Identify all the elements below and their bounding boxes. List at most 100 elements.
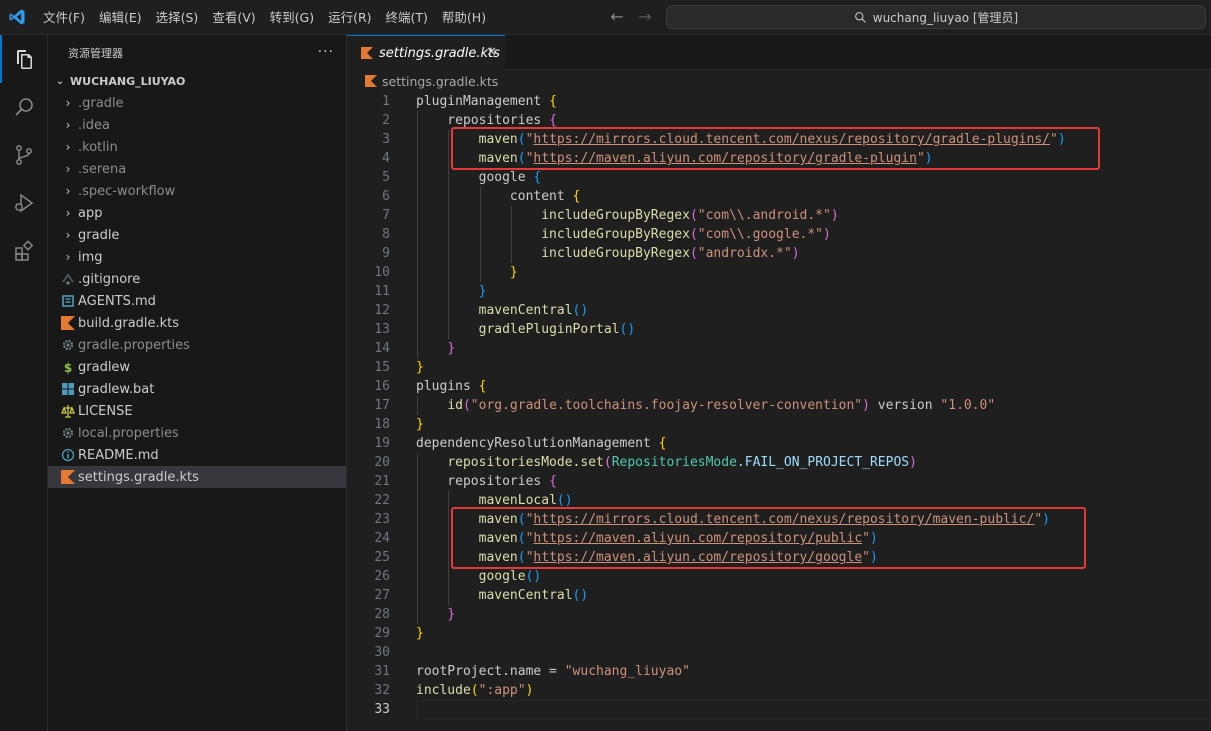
explorer-sidebar: 资源管理器 ··· ⌄ WUCHANG_LIUYAO › .gradle › .ide… bbox=[48, 35, 347, 731]
back-arrow-icon[interactable]: ← bbox=[608, 8, 626, 26]
menu-item[interactable]: 编辑(E) bbox=[92, 6, 149, 30]
line-number: 32 bbox=[374, 683, 390, 698]
run-debug-icon[interactable] bbox=[0, 179, 48, 227]
tree-folder[interactable]: › .idea bbox=[48, 114, 346, 136]
code-line: 1 pluginManagement { bbox=[347, 92, 1211, 111]
code-text: mavenLocal() bbox=[478, 493, 573, 508]
code-editor[interactable]: 1 pluginManagement {2 repositories {3 mav… bbox=[347, 92, 1211, 731]
more-actions-icon[interactable]: ··· bbox=[318, 44, 334, 60]
explorer-icon[interactable] bbox=[0, 35, 48, 83]
line-number: 9 bbox=[382, 246, 390, 261]
chevron-right-icon: › bbox=[65, 184, 71, 198]
tree-folder[interactable]: › gradle bbox=[48, 224, 346, 246]
code-text: } bbox=[416, 360, 424, 375]
menu-item[interactable]: 运行(R) bbox=[321, 6, 378, 30]
code-line: 7 includeGroupByRegex("com\\.android.*") bbox=[347, 206, 1211, 225]
tree-folder[interactable]: › .gradle bbox=[48, 92, 346, 114]
menu-item[interactable]: 文件(F) bbox=[36, 6, 92, 30]
chevron-right-icon: › bbox=[65, 206, 71, 220]
code-text: content { bbox=[416, 189, 581, 204]
line-number: 4 bbox=[382, 151, 390, 166]
code-text: maven("https://mirrors.cloud.tencent.com… bbox=[478, 132, 1066, 147]
tree-item-label: .kotlin bbox=[78, 139, 118, 155]
tree-folder[interactable]: › .kotlin bbox=[48, 136, 346, 158]
line-number: 21 bbox=[374, 474, 390, 489]
line-number: 11 bbox=[374, 284, 390, 299]
sidebar-title: 资源管理器 bbox=[68, 46, 123, 60]
tree-item-label: settings.gradle.kts bbox=[78, 469, 199, 485]
tree-folder[interactable]: › .spec-workflow bbox=[48, 180, 346, 202]
code-text: google() bbox=[478, 569, 542, 584]
source-control-icon[interactable] bbox=[0, 131, 48, 179]
vscode-logo-icon bbox=[9, 9, 25, 25]
code-line: 6 content { bbox=[347, 187, 1211, 206]
code-line: 15} bbox=[347, 358, 1211, 377]
git-icon bbox=[60, 272, 76, 286]
tree-file[interactable]: gradle.properties bbox=[48, 334, 346, 356]
tree-file[interactable]: gradlew.bat bbox=[48, 378, 346, 400]
command-center-text: wuchang_liuyao [管理员] bbox=[872, 10, 1019, 25]
tree-file[interactable]: build.gradle.kts bbox=[48, 312, 346, 334]
tab-settings-gradle-kts[interactable]: settings.gradle.kts ✕ bbox=[347, 35, 505, 70]
menu-item[interactable]: 终端(T) bbox=[379, 6, 435, 30]
tree-file[interactable]: AGENTS.md bbox=[48, 290, 346, 312]
code-line: 26 google() bbox=[347, 567, 1211, 586]
shell-icon: $ bbox=[60, 360, 76, 374]
editor-group: settings.gradle.kts ✕ settings.gradle.kt… bbox=[347, 35, 1211, 731]
line-number: 25 bbox=[374, 550, 390, 565]
code-line: 4 maven("https://maven.aliyun.com/reposi… bbox=[347, 149, 1211, 168]
line-number: 33 bbox=[374, 702, 390, 717]
tree-folder[interactable]: › .serena bbox=[48, 158, 346, 180]
code-line: 13 gradlePluginPortal() bbox=[347, 320, 1211, 339]
chevron-right-icon: › bbox=[65, 250, 71, 264]
code-text: gradlePluginPortal() bbox=[478, 322, 636, 337]
menu-item[interactable]: 帮助(H) bbox=[435, 6, 493, 30]
tree-file[interactable]: .gitignore bbox=[48, 268, 346, 290]
forward-arrow-icon[interactable]: → bbox=[636, 8, 654, 26]
tree-item-label: app bbox=[78, 205, 103, 221]
tree-file[interactable]: LICENSE bbox=[48, 400, 346, 422]
code-line: 16 plugins { bbox=[347, 377, 1211, 396]
search-icon[interactable] bbox=[0, 83, 48, 131]
close-tab-icon[interactable]: ✕ bbox=[486, 45, 497, 60]
sidebar-header: 资源管理器 ··· bbox=[48, 35, 346, 70]
code-line: 24 maven("https://maven.aliyun.com/repos… bbox=[347, 529, 1211, 548]
tree-file[interactable]: $ gradlew bbox=[48, 356, 346, 378]
code-line: 8 includeGroupByRegex("com\\.google.*") bbox=[347, 225, 1211, 244]
code-line: 19 dependencyResolutionManagement { bbox=[347, 434, 1211, 453]
chevron-down-icon: ⌄ bbox=[55, 75, 65, 87]
code-line: 5 google { bbox=[347, 168, 1211, 187]
navigation-arrows: ← → bbox=[608, 8, 654, 26]
line-number: 2 bbox=[382, 113, 390, 128]
menu-item[interactable]: 选择(S) bbox=[149, 6, 206, 30]
tree-folder[interactable]: › img bbox=[48, 246, 346, 268]
code-line: 20 repositoriesMode.set(RepositoriesMode… bbox=[347, 453, 1211, 472]
menu-item[interactable]: 查看(V) bbox=[205, 6, 262, 30]
tree-file[interactable]: README.md bbox=[48, 444, 346, 466]
line-number: 30 bbox=[374, 645, 390, 660]
line-number: 7 bbox=[382, 208, 390, 223]
gear-icon bbox=[60, 338, 76, 352]
code-text: google { bbox=[416, 170, 542, 185]
code-text: pluginManagement { bbox=[416, 94, 557, 109]
line-number: 12 bbox=[374, 303, 390, 318]
tree-item-label: AGENTS.md bbox=[78, 293, 156, 309]
code-line: 27 mavenCentral() bbox=[347, 586, 1211, 605]
tree-file[interactable]: settings.gradle.kts bbox=[48, 466, 346, 488]
code-line: 2 repositories { bbox=[347, 111, 1211, 130]
menu-item[interactable]: 转到(G) bbox=[263, 6, 321, 30]
workspace-folder-header[interactable]: ⌄ WUCHANG_LIUYAO bbox=[48, 70, 346, 92]
breadcrumb-file[interactable]: settings.gradle.kts bbox=[382, 74, 498, 89]
editor-tabs: settings.gradle.kts ✕ bbox=[347, 35, 1211, 70]
code-text: id("org.gradle.toolchains.foojay-resolve… bbox=[447, 398, 996, 413]
tree-folder[interactable]: › app bbox=[48, 202, 346, 224]
code-line: 30 bbox=[347, 643, 1211, 662]
kotlin-icon bbox=[60, 470, 76, 484]
extensions-icon[interactable] bbox=[0, 227, 48, 275]
tree-item-label: .gitignore bbox=[78, 271, 141, 287]
code-text: repositories { bbox=[416, 474, 557, 489]
command-center-search[interactable]: wuchang_liuyao [管理员] bbox=[666, 5, 1206, 29]
tree-file[interactable]: local.properties bbox=[48, 422, 346, 444]
kotlin-icon bbox=[365, 75, 377, 87]
line-number: 27 bbox=[374, 588, 390, 603]
